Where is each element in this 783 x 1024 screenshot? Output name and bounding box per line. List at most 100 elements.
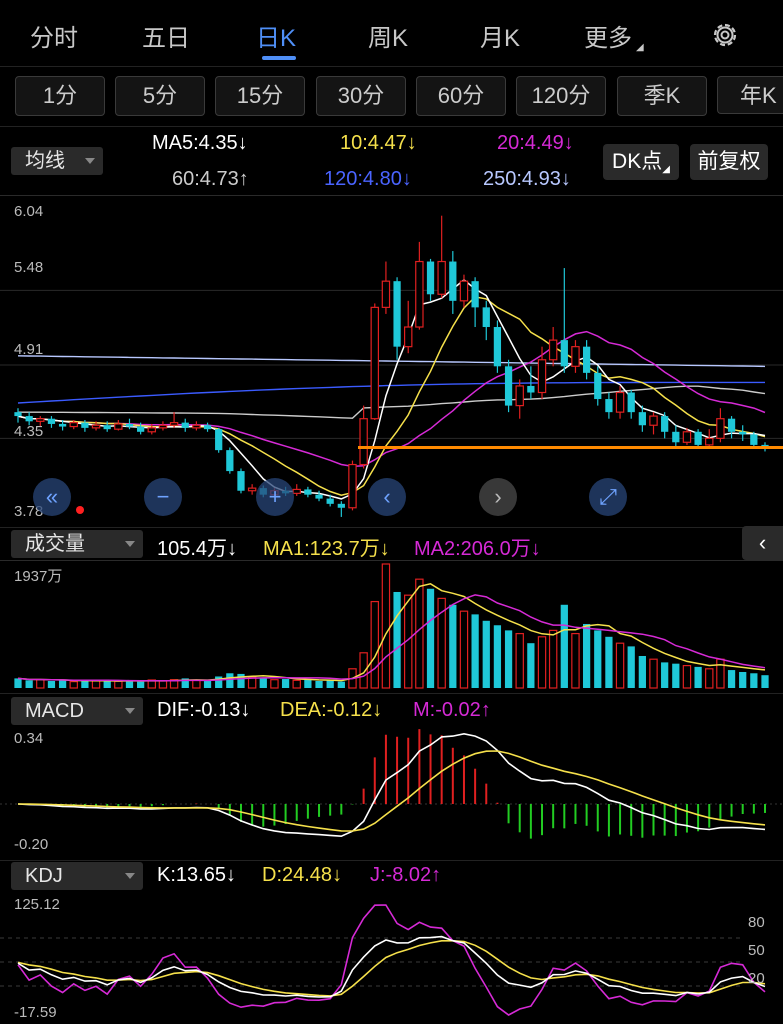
candle-body xyxy=(515,385,524,407)
candle-body xyxy=(437,260,446,295)
kdj-selector[interactable]: KDJ xyxy=(11,862,143,890)
kdj-axis-max: 125.12 xyxy=(14,896,60,913)
volume-bar xyxy=(304,679,312,688)
kdj-chart[interactable] xyxy=(0,892,783,1022)
ma-selector[interactable]: 均线 xyxy=(11,147,103,175)
volume-bar xyxy=(292,679,301,689)
gear-icon[interactable] xyxy=(710,20,740,50)
kdj-selector-label: KDJ xyxy=(25,865,63,887)
candle-body xyxy=(91,424,101,429)
macd-m: M:-0.02↑ xyxy=(413,699,491,721)
volume-bar xyxy=(594,630,602,688)
kdj-axis-min: -17.59 xyxy=(14,1004,57,1021)
volume-chart[interactable] xyxy=(0,560,783,692)
tab-daily-k[interactable]: 日K xyxy=(256,18,296,53)
volume-bar xyxy=(426,588,435,688)
ma5-line xyxy=(17,278,766,500)
macd-selector[interactable]: MACD xyxy=(11,697,143,725)
candle-body xyxy=(672,431,680,443)
candle-body xyxy=(348,463,357,509)
zoom-in-button[interactable]: + xyxy=(256,478,294,516)
candle-body xyxy=(81,422,89,428)
dropdown-arrow-icon xyxy=(125,541,135,547)
tab-more[interactable]: 更多 ◢ xyxy=(584,18,644,53)
dropdown-arrow-icon xyxy=(85,158,95,164)
candle-body xyxy=(203,425,212,430)
volume-bar xyxy=(226,673,234,688)
volume-bar xyxy=(58,679,67,688)
macd-dea: DEA:-0.12↓ xyxy=(280,699,383,721)
candle-body xyxy=(25,416,33,422)
corner-triangle-icon: ◢ xyxy=(662,164,670,175)
candle-body xyxy=(548,339,558,361)
volume-ma2: MA2:206.0万↓ xyxy=(414,538,541,560)
forward-adjust-button[interactable]: 前复权 xyxy=(690,144,768,180)
ma20-label: 20:4.49↓ xyxy=(497,132,574,154)
candle-body xyxy=(192,424,201,429)
volume-bar xyxy=(459,610,469,689)
tab-monthly-k[interactable]: 月K xyxy=(480,18,520,53)
candle-body xyxy=(359,418,368,466)
volume-bar xyxy=(649,658,658,689)
candle-body xyxy=(537,359,547,394)
dk-point-button[interactable]: DK点◢ xyxy=(603,144,679,180)
price-axis-level-3: 4.35 xyxy=(14,423,44,440)
period-1min[interactable]: 1分 xyxy=(15,76,105,116)
volume-bar xyxy=(137,681,145,688)
macd-chart[interactable] xyxy=(0,726,783,858)
period-5min[interactable]: 5分 xyxy=(115,76,205,116)
period-quarter[interactable]: 季K xyxy=(617,76,707,116)
kdj-k-line xyxy=(17,935,766,998)
volume-bar xyxy=(370,600,379,689)
period-60min[interactable]: 60分 xyxy=(416,76,506,116)
tab-intraday[interactable]: 分时 xyxy=(30,18,78,53)
candle-body xyxy=(137,426,145,432)
volume-bar xyxy=(449,604,457,688)
fullscreen-button[interactable]: ⤢ xyxy=(589,478,627,516)
volume-bar xyxy=(381,563,391,689)
collapse-panel-button[interactable]: ‹ xyxy=(742,526,783,560)
volume-bar xyxy=(158,680,168,689)
volume-bar xyxy=(259,678,267,688)
candle-body xyxy=(47,418,56,424)
candle-body xyxy=(527,385,535,393)
ma-selector-label: 均线 xyxy=(25,150,65,172)
candle-body xyxy=(147,427,157,433)
candle-body xyxy=(337,503,345,508)
candlestick-chart[interactable] xyxy=(0,195,783,525)
volume-bar xyxy=(571,632,580,689)
candle-body xyxy=(493,327,502,367)
volume-bar xyxy=(605,636,613,688)
volume-bar xyxy=(694,666,702,688)
candle-body xyxy=(615,391,625,413)
price-axis-high: 6.04 xyxy=(14,203,44,220)
candle-body xyxy=(237,471,245,491)
period-120min[interactable]: 120分 xyxy=(516,76,606,116)
period-30min[interactable]: 30分 xyxy=(316,76,406,116)
fast-back-button[interactable]: « xyxy=(33,478,71,516)
volume-bar xyxy=(548,629,558,689)
volume-bar xyxy=(627,646,635,688)
tab-five-day[interactable]: 五日 xyxy=(142,18,190,53)
candle-body xyxy=(649,415,658,426)
prev-button[interactable]: ‹ xyxy=(368,478,406,516)
period-year[interactable]: 年K xyxy=(717,76,783,114)
candle-body xyxy=(370,306,379,420)
candle-body xyxy=(682,431,692,443)
candle-body xyxy=(471,281,479,308)
volume-bar xyxy=(682,664,692,689)
candle-body xyxy=(560,340,568,367)
candle-body xyxy=(393,281,401,347)
volume-selector[interactable]: 成交量 xyxy=(11,530,143,558)
ma250-label: 250:4.93↓ xyxy=(483,168,571,190)
next-button[interactable]: › xyxy=(479,478,517,516)
candle-body xyxy=(158,424,168,429)
zoom-out-button[interactable]: − xyxy=(144,478,182,516)
period-15min[interactable]: 15分 xyxy=(215,76,305,116)
candle-body xyxy=(69,422,78,428)
tab-weekly-k[interactable]: 周K xyxy=(368,18,408,53)
volume-bar xyxy=(14,678,22,688)
candle-body xyxy=(727,418,736,432)
macd-dif: DIF:-0.13↓ xyxy=(157,699,251,721)
candle-body xyxy=(627,392,635,413)
